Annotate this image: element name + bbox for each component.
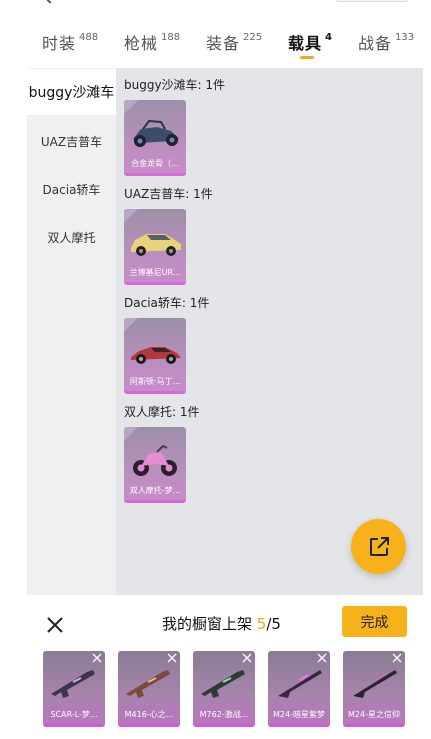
- showcase-title: 我的橱窗上架 5/5: [162, 613, 281, 634]
- showcase-title-text: 我的橱窗上架: [162, 615, 257, 633]
- category-tabs: 时装 488 枪械 188 装备 225 载具 4 战备 133: [27, 22, 423, 68]
- sidebar-item-dacia[interactable]: Dacia轿车: [27, 166, 116, 212]
- item-card-uaz[interactable]: 兰博基尼UR...: [124, 209, 186, 285]
- tab-label: 战备: [358, 34, 393, 53]
- rifle-icon: [43, 661, 105, 707]
- tab-label: 枪械: [124, 34, 159, 53]
- back-icon[interactable]: [44, 0, 56, 4]
- item-card-buggy[interactable]: 合金龙骨（...: [124, 100, 186, 176]
- share-out-icon: [369, 536, 389, 556]
- sports-car-icon: [124, 328, 186, 374]
- top-bar: [0, 0, 431, 10]
- showcase-slot[interactable]: M762-激战...: [193, 651, 255, 727]
- close-icon[interactable]: [45, 615, 65, 635]
- tab-count: 225: [243, 32, 263, 43]
- active-tab-indicator: [300, 56, 314, 59]
- tab-vehicles[interactable]: 载具 4: [288, 30, 332, 54]
- tab-fashion[interactable]: 时装 488: [42, 30, 98, 54]
- tab-supplies[interactable]: 战备 133: [358, 30, 414, 54]
- sidebar-item-uaz[interactable]: UAZ吉普车: [27, 118, 116, 164]
- slot-name: M24-暗星紫梦: [273, 710, 325, 719]
- sidebar-item-motorcycle[interactable]: 双人摩托: [27, 214, 116, 260]
- buggy-icon: [124, 110, 186, 156]
- item-name: 兰博基尼UR...: [129, 268, 181, 277]
- section-title: UAZ吉普车: 1件: [124, 187, 213, 201]
- slot-name: M416-心之...: [124, 710, 174, 719]
- slot-name: SCAR-L-梦...: [50, 710, 98, 719]
- slot-name: M24-星之信仰: [348, 710, 400, 719]
- tab-label: 时装: [42, 34, 77, 53]
- tab-label: 装备: [206, 34, 241, 53]
- sniper-rifle-icon: [268, 661, 330, 707]
- sniper-rifle-icon: [343, 661, 405, 707]
- showcase-slot[interactable]: M416-心之...: [118, 651, 180, 727]
- section-title: buggy沙滩车: 1件: [124, 78, 226, 92]
- showcase-slot[interactable]: M24-暗星紫梦: [268, 651, 330, 727]
- share-button[interactable]: [351, 519, 406, 574]
- showcase-slot[interactable]: M24-星之信仰: [343, 651, 405, 727]
- item-card-motorcycle[interactable]: 双人摩托-梦...: [124, 427, 186, 503]
- done-button[interactable]: 完成: [342, 606, 407, 637]
- vehicle-list: buggy沙滩车: 1件 合金龙骨（... UAZ吉普车: 1件 兰博基尼UR.…: [116, 68, 423, 595]
- section-title: 双人摩托: 1件: [124, 405, 200, 419]
- showcase-current-count: 5: [256, 615, 267, 633]
- tab-count: 133: [395, 32, 415, 43]
- rifle-icon: [118, 661, 180, 707]
- slot-name: M762-激战...: [199, 710, 249, 719]
- item-card-dacia[interactable]: 阿斯顿·马丁...: [124, 318, 186, 394]
- showcase-slot[interactable]: SCAR-L-梦...: [43, 651, 105, 727]
- top-search-pill[interactable]: [336, 0, 408, 2]
- item-name: 双人摩托-梦...: [129, 486, 181, 495]
- rifle-icon: [193, 661, 255, 707]
- showcase-panel: 我的橱窗上架 5/5 完成 SCAR-L-梦... M416-心之... M76…: [27, 595, 423, 739]
- section-title: Dacia轿车: 1件: [124, 296, 210, 310]
- tab-equipment[interactable]: 装备 225: [206, 30, 262, 54]
- item-name: 阿斯顿·马丁...: [129, 377, 181, 386]
- tab-count: 188: [161, 32, 181, 43]
- tab-label: 载具: [288, 34, 323, 53]
- tab-count: 488: [79, 32, 99, 43]
- tab-guns[interactable]: 枪械 188: [124, 30, 180, 54]
- tab-count: 4: [325, 32, 332, 43]
- motorcycle-icon: [124, 437, 186, 483]
- sidebar-item-buggy[interactable]: buggy沙滩车: [27, 69, 116, 115]
- vehicle-type-sidebar: buggy沙滩车 UAZ吉普车 Dacia轿车 双人摩托: [27, 68, 116, 595]
- item-name: 合金龙骨（...: [131, 159, 179, 168]
- showcase-total-count: /5: [266, 615, 281, 633]
- suv-icon: [124, 219, 186, 265]
